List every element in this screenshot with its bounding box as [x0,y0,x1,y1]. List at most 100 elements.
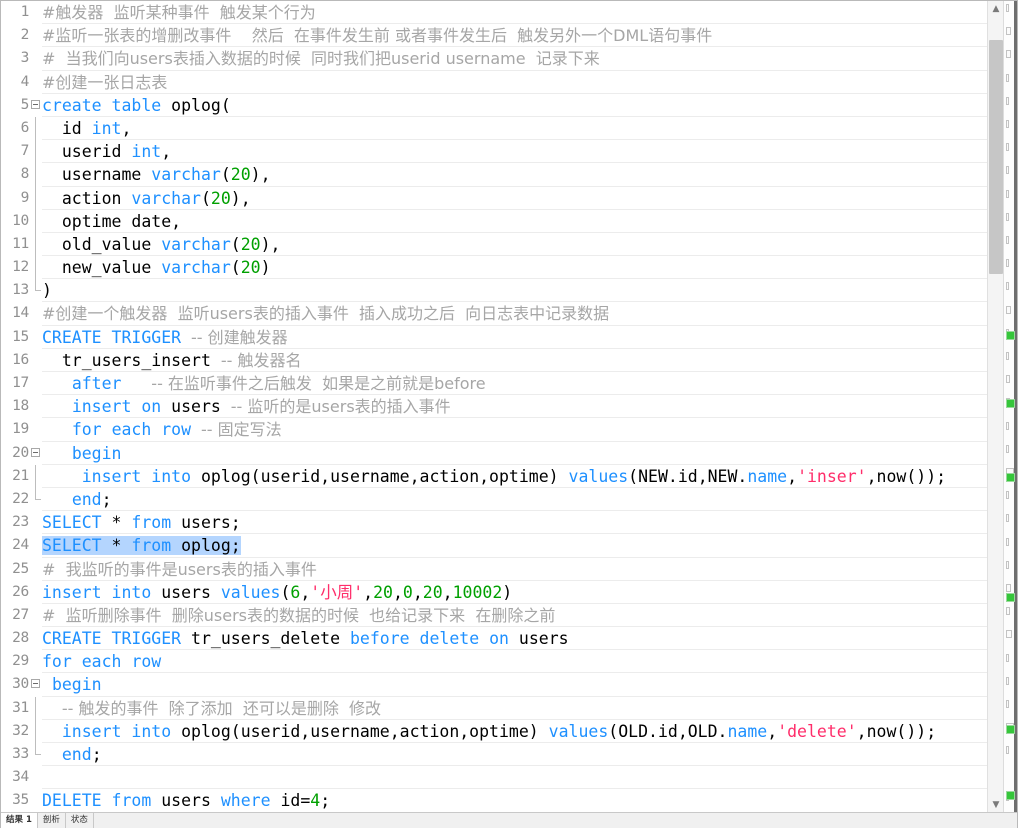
code-line[interactable]: 5 create table oplog( [1,94,989,117]
code-token: before [349,629,410,649]
scroll-up-arrow-icon[interactable]: ▲ [988,1,1004,17]
code-line[interactable]: 17 after -- 在监听事件之后触发 如果是之前就是before [1,372,989,396]
code-token: row [161,420,192,440]
code-line[interactable]: 14 #创建一个触发器 监听users表的插入事件 插入成功之后 向日志表中记录数… [1,302,989,326]
code-line[interactable]: 30 begin [1,673,989,697]
code-token: on [141,397,162,417]
code-line-text: begin [42,442,122,465]
code-token: name [747,466,788,486]
code-line[interactable]: 16 tr_users_insert -- 触发器名 [1,349,989,372]
minimap-marker-icon[interactable] [1006,331,1015,340]
code-line[interactable]: 7 userid int, [1,140,989,164]
code-line[interactable]: 33 end; [1,743,989,767]
code-token: -- 监听的是users表的插入事件 [230,397,451,417]
line-number: 16 [12,351,29,368]
minimap-marker-icon[interactable] [1006,725,1015,734]
code-token: #创建一个触发器 监听users表的插入事件 插入成功之后 向日志表中记录数据 [42,304,610,324]
fold-toggle-icon[interactable] [30,94,42,117]
scrollbar-thumb[interactable] [989,40,1003,275]
code-line[interactable]: 10 optime date, [1,209,989,233]
code-line[interactable]: 27 # 监听删除事件 删除users表的数据的时候 也给记录下来 在删除之前 [1,604,989,628]
code-lines-container[interactable]: 1 #触发器 监听某种事件 触发某个行为 2 #监听一张表的增删改事件 然后 在事件发… [1,1,989,813]
code-token: TRIGGER [111,327,182,347]
minimap-line [1006,630,1012,639]
code-token: action [42,188,132,208]
line-number: 31 [12,699,29,716]
line-number: 3 [20,50,30,67]
code-line[interactable]: 1 #触发器 监听某种事件 触发某个行为 [1,1,989,25]
fold-guide-line [30,186,42,210]
code-token: CREATE [42,629,102,649]
code-token: varchar [131,188,201,208]
fold-toggle-icon[interactable] [30,673,42,696]
code-line[interactable]: 35 DELETE from users where id=4; [1,789,989,813]
code-line[interactable]: 22 end; [1,487,989,512]
code-token: users [508,629,569,649]
code-line[interactable]: 28 CREATE TRIGGER tr_users_delete before … [1,627,989,651]
fold-guide-line [30,719,42,743]
code-line[interactable]: 23 SELECT * from users; [1,511,989,535]
code-line[interactable]: 6 id int, [1,116,989,141]
code-token: username [42,165,152,185]
minimap-line [1006,50,1012,59]
minimap-marker-icon[interactable] [1006,399,1015,408]
code-line[interactable]: 24 SELECT * from oplog; [1,534,989,558]
code-token: delete [419,629,480,649]
code-line-text: optime date, [42,210,181,233]
minimap-marker-icon[interactable] [1006,473,1015,482]
code-line[interactable]: 15 CREATE TRIGGER -- 创建触发器 [1,326,989,349]
status-tab-1[interactable]: 剖析 [38,813,66,828]
status-tab-2[interactable]: 状态 [66,813,94,828]
code-line[interactable]: 11 old_value varchar(20), [1,232,989,257]
fold-guide-line [30,232,42,257]
status-tab-0[interactable]: 结果 1 [1,813,38,828]
code-line[interactable]: 29 for each row [1,650,989,674]
minimap-marker-icon[interactable] [1006,791,1015,800]
code-line[interactable]: 8 username varchar(20), [1,163,989,187]
fold-toggle-icon[interactable] [30,442,42,465]
code-token: on [489,629,509,649]
code-line[interactable]: 13) [1,279,989,303]
code-line[interactable]: 19 for each row -- 固定写法 [1,418,989,442]
minimap-overview-ruler[interactable] [1003,1,1017,813]
code-line-text: action varchar(20), [42,187,251,210]
vertical-scrollbar[interactable]: ▲ ▼ [987,1,1003,813]
status-tab-group[interactable]: 结果 1 剖析 状态 [1,813,94,828]
code-line[interactable]: 20 begin [1,442,989,465]
minimap-line [1006,305,1011,314]
code-token: userid [42,142,132,162]
code-line[interactable]: 9 action varchar(20), [1,186,989,210]
code-line[interactable]: 31 -- 触发的事件 除了添加 还可以是删除 修改 [1,696,989,720]
minimap-marker-icon[interactable] [1006,593,1015,602]
code-line[interactable]: 21 insert into oplog(userid,username,act… [1,464,989,488]
line-number: 25 [12,560,29,577]
code-line[interactable]: 26 insert into users values(6,'小周',20,0,2… [1,581,989,604]
minimap-line [1006,4,1009,12]
code-line[interactable]: 34 [1,766,989,790]
code-editor[interactable]: 1 #触发器 监听某种事件 触发某个行为 2 #监听一张表的增删改事件 然后 在事件发… [1,1,989,813]
code-token: # 监听删除事件 删除users表的数据的时候 也给记录下来 在删除之前 [42,605,556,625]
scroll-down-arrow-icon[interactable]: ▼ [988,797,1004,813]
code-token: 'inser' [797,466,867,486]
code-line[interactable]: 32 insert into oplog(userid,username,act… [1,719,989,743]
fold-end-marker [30,279,42,302]
code-token: ( [220,165,231,185]
code-line[interactable]: 12 new_value varchar(20) [1,256,989,280]
code-line[interactable]: 18 insert on users -- 监听的是users表的插入事件 [1,395,989,419]
code-line[interactable]: 4 #创建一张日志表 [1,71,989,94]
code-line[interactable]: 25 # 我监听的事件是users表的插入事件 [1,558,989,581]
code-line[interactable]: 3 # 当我们向users表插入数据的时候 同时我们把userid usernam… [1,47,989,71]
fold-guide-line [30,696,42,720]
code-line[interactable]: 2 #监听一张表的增删改事件 然后 在事件发生前 或者事件发生后 触发另外一个DM… [1,24,989,48]
minimap-line [1006,27,1012,36]
code-token: values [568,466,629,486]
